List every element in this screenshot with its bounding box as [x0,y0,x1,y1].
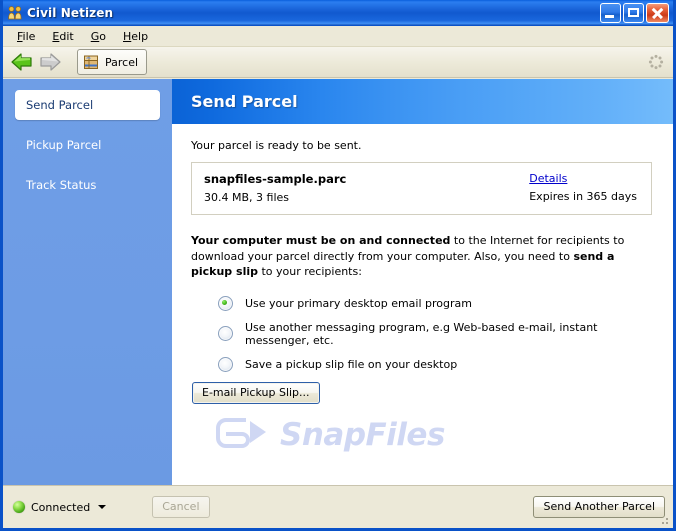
sidebar-item-label: Pickup Parcel [26,138,102,152]
menu-item-file[interactable]: File [9,28,44,45]
menu-item-edit[interactable]: Edit [44,28,82,45]
email-pickup-slip-button[interactable]: E-mail Pickup Slip... [192,381,320,404]
sidebar-item-track-status[interactable]: Track Status [15,170,160,200]
status-bar: Connected Cancel Send Another Parcel [3,485,673,528]
snapfiles-watermark: SnapFiles [212,410,502,461]
menu-label-file-rest: ile [22,29,36,43]
people-icon [7,5,23,21]
page-banner: Send Parcel [172,79,673,124]
connection-indicator-icon [13,501,25,513]
package-box-icon [82,53,100,71]
parcel-file-meta: 30.4 MB, 3 files [204,191,289,204]
parcel-summary-box: snapfiles-sample.parc 30.4 MB, 3 files D… [191,162,652,215]
toolbar-parcel-label: Parcel [105,55,139,69]
status-bar-right: Send Another Parcel [533,496,665,518]
application-window: Civil Netizen File Edit Go Help Parcel S… [0,0,676,531]
connection-status-label: Connected [31,500,91,514]
lead-text: Your parcel is ready to be sent. [191,139,362,152]
radio-option-save-slip[interactable]: Save a pickup slip file on your desktop [218,356,654,372]
menu-label-help-rest: elp [131,29,149,43]
send-another-parcel-button[interactable]: Send Another Parcel [533,496,665,518]
sidebar-item-label: Send Parcel [26,98,94,112]
radio-option-label: Save a pickup slip file on your desktop [245,357,458,371]
radio-option-label: Use another messaging program, e.g Web-b… [245,320,598,347]
toolbar: Parcel [3,47,673,78]
menu-label-edit-rest: dit [59,29,74,43]
parcel-info: snapfiles-sample.parc 30.4 MB, 3 files [204,172,346,204]
page-title: Send Parcel [191,92,298,111]
close-button[interactable] [646,2,669,23]
notice-text: Your computer must be on and connected t… [191,233,653,280]
cancel-button-wrap: Cancel [152,496,210,518]
chevron-down-icon[interactable] [98,505,107,509]
workspace: Send Parcel Pickup Parcel Track Status S… [3,79,673,485]
parcel-meta: Details Expires in 365 days [529,172,639,203]
toolbar-parcel-button[interactable]: Parcel [77,49,148,75]
maximize-button[interactable] [623,2,644,23]
cancel-button: Cancel [152,496,210,518]
minimize-button[interactable] [600,2,621,23]
details-link[interactable]: Details [529,172,567,185]
sidebar-item-label: Track Status [26,178,97,192]
menu-item-go[interactable]: Go [83,28,115,45]
delivery-method-options: Use your primary desktop email program U… [191,295,654,372]
window-title: Civil Netizen [27,5,114,20]
menu-bar: File Edit Go Help [3,26,673,47]
content-pane: Your parcel is ready to be sent. snapfil… [172,124,673,404]
sidebar: Send Parcel Pickup Parcel Track Status [3,79,172,485]
activity-spinner-icon [648,54,664,70]
email-button-row: E-mail Pickup Slip... [191,381,654,404]
sidebar-item-pickup-parcel[interactable]: Pickup Parcel [15,130,160,160]
connection-status[interactable]: Connected [13,500,107,514]
sidebar-item-send-parcel[interactable]: Send Parcel [15,90,160,120]
parcel-expiry: Expires in 365 days [529,190,637,203]
content-area: Send Parcel Your parcel is ready to be s… [172,79,673,485]
resize-grip[interactable] [658,514,670,526]
radio-indicator[interactable] [218,295,233,311]
radio-option-other-messaging[interactable]: Use another messaging program, e.g Web-b… [218,321,654,347]
menu-item-help[interactable]: Help [115,28,157,45]
menu-label-go-rest: o [99,29,106,43]
forward-arrow-icon [37,51,63,73]
radio-indicator[interactable] [218,326,233,341]
radio-option-primary-email[interactable]: Use your primary desktop email program [218,295,654,311]
title-bar: Civil Netizen [3,0,673,26]
back-arrow-icon[interactable] [9,51,35,73]
svg-text:SnapFiles: SnapFiles [280,417,445,453]
parcel-file-name: snapfiles-sample.parc [204,172,347,186]
window-controls [600,2,671,23]
radio-indicator[interactable] [218,356,233,372]
notice-bold-1: Your computer must be on and connected [191,234,451,247]
notice-text-2: to your recipients: [257,265,362,278]
radio-option-label: Use your primary desktop email program [245,296,472,310]
